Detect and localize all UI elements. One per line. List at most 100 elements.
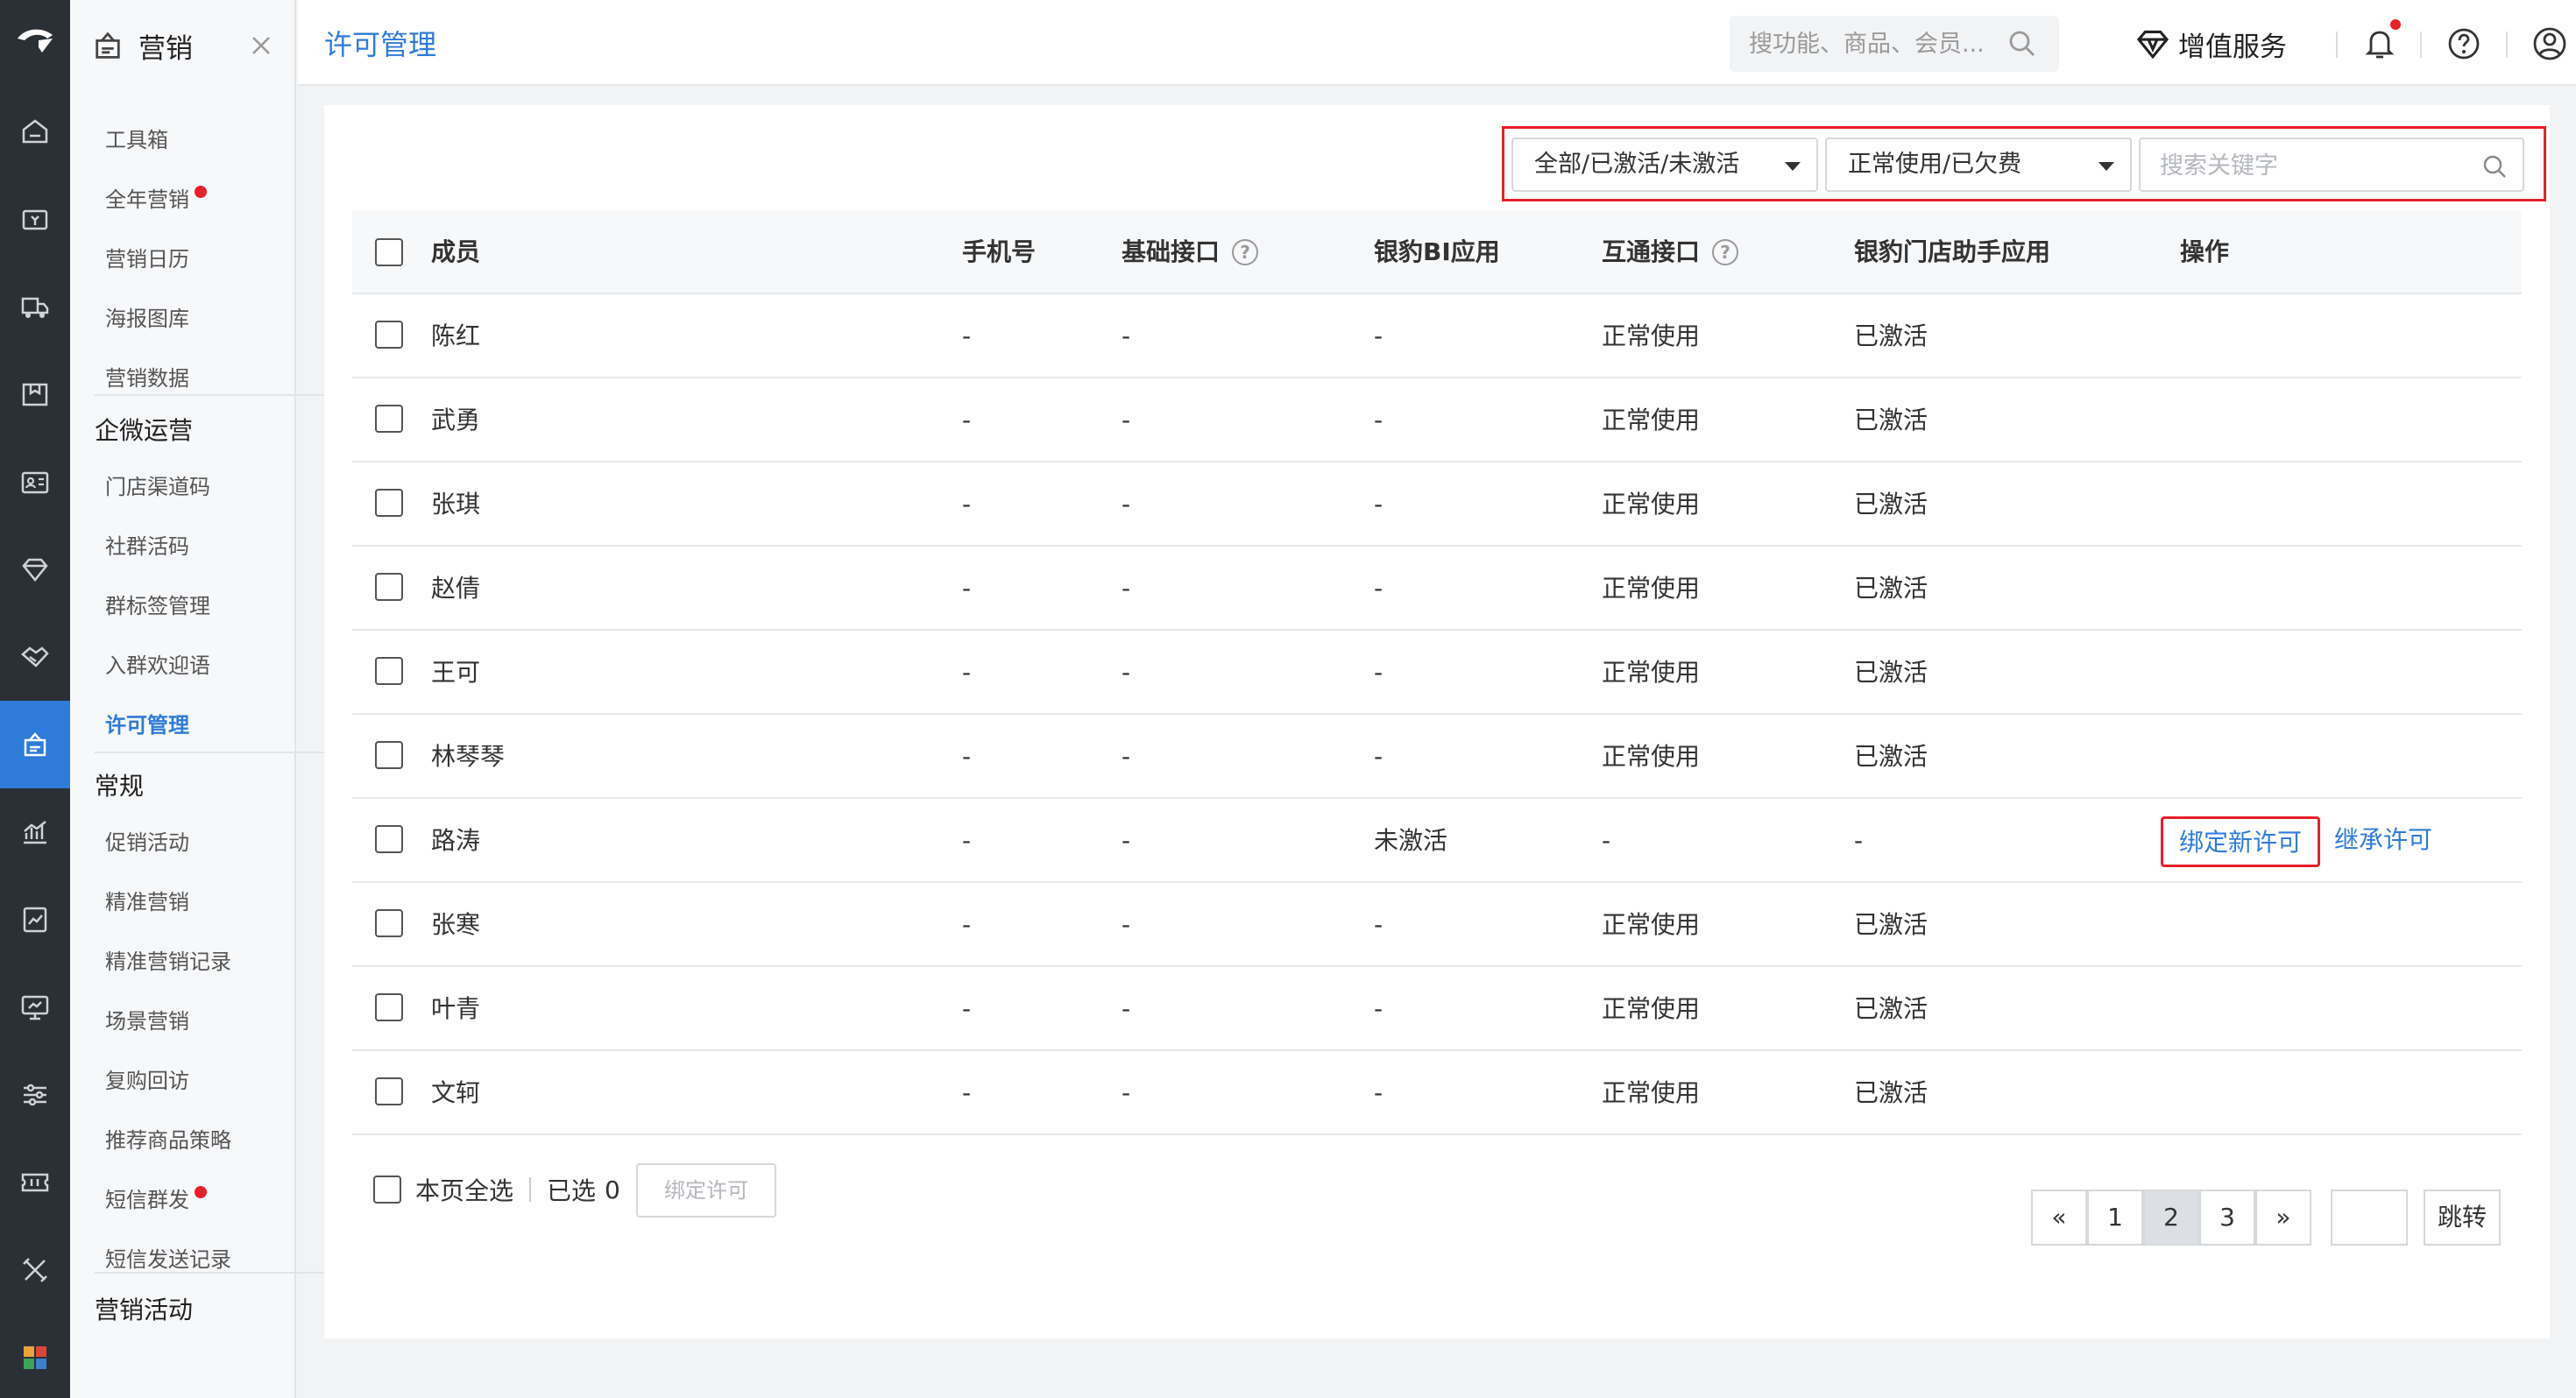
- analytics-chart-icon[interactable]: [18, 815, 53, 850]
- cell-basic-api: -: [1122, 742, 1131, 771]
- pagination-next[interactable]: »: [2255, 1190, 2311, 1246]
- member-card-icon[interactable]: [18, 464, 53, 499]
- search-icon[interactable]: [2480, 152, 2509, 180]
- help-question-icon[interactable]: ?: [1232, 239, 1259, 265]
- delivery-icon[interactable]: [18, 289, 53, 324]
- row-checkbox[interactable]: [375, 405, 403, 433]
- cell-interop-api: 正常使用: [1602, 658, 1701, 687]
- select-all-checkbox[interactable]: [375, 238, 403, 266]
- row-checkbox[interactable]: [375, 1077, 403, 1105]
- marketing-icon[interactable]: [18, 727, 53, 762]
- sidebar-item-label: 工具箱: [105, 128, 168, 152]
- notification-bell-icon[interactable]: [2360, 25, 2399, 63]
- sidebar-item-label: 短信发送记录: [105, 1247, 231, 1272]
- sidebar-item[interactable]: 群标签管理: [105, 589, 210, 624]
- keyword-search-input[interactable]: [2160, 150, 2475, 181]
- global-search-input[interactable]: [1749, 28, 2003, 60]
- report-icon[interactable]: [18, 902, 53, 937]
- search-icon[interactable]: [2006, 28, 2038, 60]
- row-checkbox[interactable]: [375, 657, 403, 685]
- sidebar-item[interactable]: 精准营销记录: [105, 944, 231, 979]
- value-added-service-link[interactable]: 增值服务: [2134, 21, 2287, 67]
- usage-filter-select[interactable]: 正常使用/已欠费: [1825, 138, 2132, 192]
- cell-member: 武勇: [431, 406, 481, 434]
- sidebar-item[interactable]: 短信群发: [105, 1183, 207, 1218]
- sidebar-item[interactable]: 营销日历: [105, 242, 189, 277]
- table-row: 赵倩 - - - 正常使用 已激活: [352, 547, 2522, 631]
- bind-license-button[interactable]: 绑定许可: [636, 1163, 776, 1218]
- divider: [95, 394, 342, 396]
- cell-interop-api: -: [1602, 826, 1611, 855]
- sidebar-item[interactable]: 推荐商品策略: [105, 1123, 231, 1158]
- pagination-prev[interactable]: «: [2031, 1190, 2087, 1246]
- cell-store-app: 已激活: [1854, 910, 1928, 939]
- keyword-search-box[interactable]: [2139, 138, 2524, 192]
- cell-bi-app: -: [1374, 406, 1384, 434]
- page-jump-input[interactable]: [2331, 1190, 2408, 1246]
- sidebar-item[interactable]: 工具箱: [105, 123, 168, 158]
- cell-bi-app: -: [1374, 658, 1384, 687]
- top-bar: 许可管理 增值服务: [298, 0, 2576, 86]
- row-checkbox[interactable]: [375, 489, 403, 517]
- help-icon[interactable]: [2445, 25, 2483, 63]
- cell-basic-api: -: [1122, 658, 1131, 687]
- sidebar-item[interactable]: 入群欢迎语: [105, 648, 210, 683]
- sidebar-item-label: 入群欢迎语: [105, 653, 210, 678]
- inherit-license-link[interactable]: 继承许可: [2334, 816, 2432, 867]
- page-jump-button[interactable]: 跳转: [2424, 1190, 2501, 1246]
- group-title-wecom: 企微运营: [95, 416, 194, 445]
- row-checkbox[interactable]: [375, 741, 403, 769]
- row-checkbox[interactable]: [375, 573, 403, 601]
- divider: [95, 1272, 342, 1274]
- help-question-icon[interactable]: ?: [1712, 239, 1739, 265]
- sidebar-item[interactable]: 门店渠道码: [105, 470, 210, 505]
- sidebar-item[interactable]: 精准营销: [105, 885, 189, 920]
- row-checkbox[interactable]: [375, 993, 403, 1021]
- home-icon[interactable]: [18, 114, 53, 149]
- app-grid-icon[interactable]: [18, 1340, 53, 1375]
- pagination-page[interactable]: 3: [2199, 1190, 2255, 1246]
- cell-phone: -: [962, 490, 972, 519]
- table-row: 张寒 - - - 正常使用 已激活: [352, 883, 2522, 967]
- global-search[interactable]: [1730, 16, 2059, 72]
- user-avatar-icon[interactable]: [2530, 25, 2569, 63]
- bind-new-license-link[interactable]: 绑定新许可: [2161, 816, 2321, 867]
- product-box-icon[interactable]: [18, 377, 53, 412]
- ticket-icon[interactable]: [18, 1165, 53, 1200]
- sidebar-item[interactable]: 营销数据: [105, 361, 189, 396]
- sidebar-item[interactable]: 社群活码: [105, 529, 189, 564]
- sidebar-item[interactable]: 海报图库: [105, 301, 189, 336]
- cell-phone: -: [962, 574, 972, 603]
- page-title: 许可管理: [324, 28, 437, 61]
- handshake-icon[interactable]: [18, 639, 53, 674]
- cell-phone: -: [962, 406, 972, 434]
- activation-filter-select[interactable]: 全部/已激活/未激活: [1511, 138, 1818, 192]
- sidebar-item-label: 促销活动: [105, 830, 189, 855]
- sidebar-item[interactable]: 场景营销: [105, 1004, 189, 1039]
- row-checkbox[interactable]: [375, 321, 403, 349]
- pagination-page[interactable]: 1: [2087, 1190, 2143, 1246]
- sidebar-item-label: 海报图库: [105, 307, 189, 331]
- select-page-checkbox[interactable]: [373, 1176, 401, 1204]
- diamond-icon[interactable]: [18, 552, 53, 587]
- cell-phone: -: [962, 742, 972, 771]
- sidebar-item[interactable]: 全年营销: [105, 182, 207, 217]
- settings-sliders-icon[interactable]: [18, 1077, 53, 1112]
- row-checkbox[interactable]: [375, 825, 403, 853]
- cell-bi-app: -: [1374, 574, 1384, 603]
- leopard-logo-icon[interactable]: [12, 18, 58, 63]
- cell-interop-api: 正常使用: [1602, 406, 1701, 434]
- monitor-icon[interactable]: [18, 990, 53, 1025]
- cell-interop-api: 正常使用: [1602, 1078, 1701, 1107]
- close-icon[interactable]: [245, 30, 277, 61]
- diamond-icon: [2136, 30, 2169, 60]
- sidebar-item[interactable]: 复购回访: [105, 1063, 189, 1098]
- cashier-icon[interactable]: [18, 201, 53, 237]
- pagination-page[interactable]: 2: [2143, 1190, 2199, 1246]
- sidebar-item[interactable]: 促销活动: [105, 825, 189, 860]
- sidebar-header: 营销: [91, 26, 193, 65]
- row-checkbox[interactable]: [375, 909, 403, 937]
- group-title-campaigns[interactable]: 营销活动: [95, 1291, 193, 1330]
- tools-icon[interactable]: [18, 1253, 53, 1288]
- sidebar-item[interactable]: 许可管理: [105, 708, 189, 743]
